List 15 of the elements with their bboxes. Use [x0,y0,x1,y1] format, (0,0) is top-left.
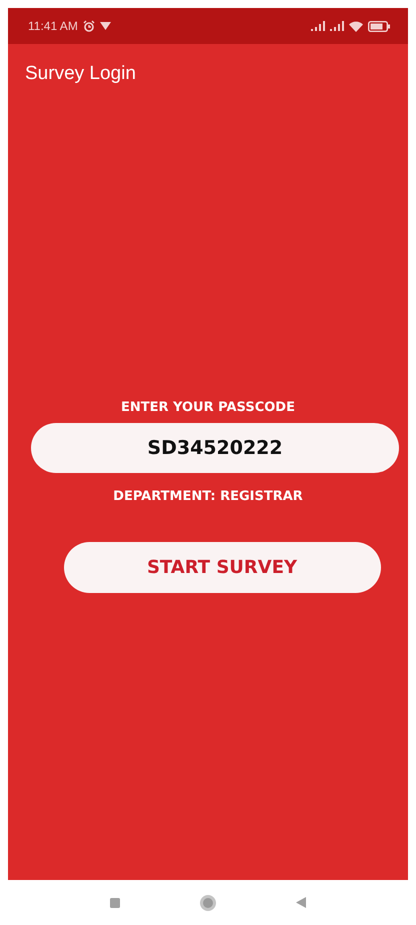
battery-icon [368,20,390,32]
start-survey-button[interactable]: START SURVEY [64,542,380,593]
recents-icon[interactable] [110,898,120,908]
signal-icon [311,21,325,31]
home-icon[interactable] [200,894,216,910]
app-title: Survey Login [25,63,136,85]
notification-icon [100,22,111,30]
wifi-icon [349,20,363,32]
passcode-label: ENTER YOUR PASSCODE [121,400,295,415]
alarm-icon [82,20,95,32]
signal-icon [330,21,344,31]
department-text: DEPARTMENT: REGISTRAR [113,489,303,504]
passcode-field[interactable]: SD34520222 [31,423,399,473]
back-icon[interactable] [296,897,306,908]
status-time: 11:41 AM [28,19,78,33]
